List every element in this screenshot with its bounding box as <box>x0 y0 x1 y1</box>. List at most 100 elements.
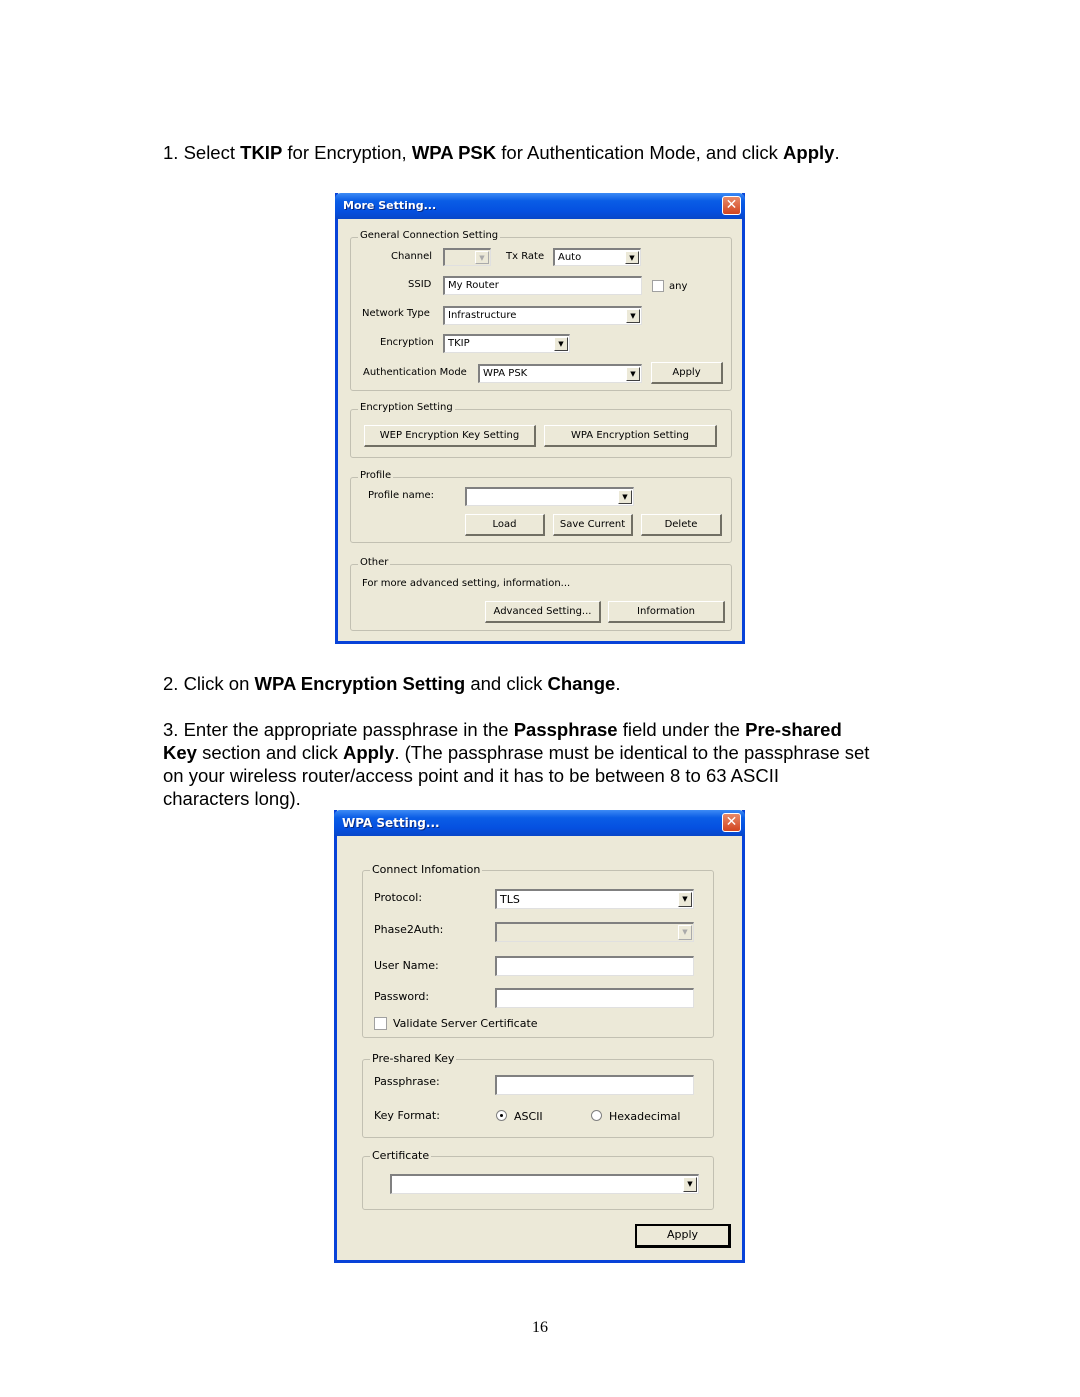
wpa-encryption-setting-button[interactable]: WPA Encryption Setting <box>544 425 717 447</box>
phase2auth-label: Phase2Auth: <box>374 923 444 936</box>
auth-mode-label: Authentication Mode <box>363 367 467 378</box>
step-3-text: 3. Enter the appropriate passphrase in t… <box>163 718 933 810</box>
chevron-down-icon[interactable]: ▼ <box>678 925 692 940</box>
passphrase-input[interactable] <box>495 1075 694 1095</box>
page-number: 16 <box>532 1319 548 1336</box>
ascii-label: ASCII <box>514 1110 543 1123</box>
dialog-title: WPA Setting... <box>342 816 440 830</box>
other-group: Other For more advanced setting, informa… <box>350 557 732 631</box>
channel-label: Channel <box>391 251 433 262</box>
bold-text: Apply <box>342 742 395 763</box>
group-legend: General Connection Setting <box>358 230 501 241</box>
key-format-label: Key Format: <box>374 1109 440 1122</box>
auth-mode-select[interactable]: WPA PSK ▼ <box>478 364 642 383</box>
any-label: any <box>669 281 688 292</box>
protocol-select[interactable]: TLS ▼ <box>495 889 694 909</box>
other-description: For more advanced setting, information..… <box>362 578 571 589</box>
chevron-down-icon[interactable]: ▼ <box>626 309 640 323</box>
tx-rate-select[interactable]: Auto ▼ <box>553 248 641 266</box>
bold-text: Passphrase <box>513 719 618 740</box>
step-2-text: 2. Click on WPA Encryption Setting and c… <box>163 672 620 695</box>
connect-information-group: Connect Infomation Protocol: TLS ▼ Phase2… <box>362 863 714 1038</box>
profile-group: Profile Profile name: ▼ Load Save Curren… <box>350 470 732 543</box>
text: on your wireless router/access point and… <box>163 765 779 786</box>
network-type-label: Network Type <box>362 308 430 319</box>
protocol-value: TLS <box>500 893 520 906</box>
chevron-down-icon[interactable]: ▼ <box>678 892 692 907</box>
group-legend: Profile <box>358 470 394 481</box>
encryption-setting-group: Encryption Setting WEP Encryption Key Se… <box>350 402 732 458</box>
text: 3. Enter the appropriate passphrase in t… <box>163 719 514 740</box>
more-setting-dialog: More Setting... ✕ General Connection Set… <box>335 193 745 644</box>
chevron-down-icon[interactable]: ▼ <box>626 367 640 381</box>
text: section and click <box>196 742 343 763</box>
text: field under the <box>617 719 746 740</box>
text: and click <box>465 673 548 694</box>
tx-rate-value: Auto <box>558 252 582 263</box>
text: . <box>615 673 621 694</box>
close-icon[interactable]: ✕ <box>722 196 741 215</box>
dialog-title: More Setting... <box>343 199 437 212</box>
apply-button[interactable]: Apply <box>651 362 723 384</box>
text: . <box>834 142 840 163</box>
encryption-select[interactable]: TKIP ▼ <box>443 334 570 353</box>
group-legend: Other <box>358 557 391 568</box>
ascii-radio[interactable] <box>496 1110 507 1121</box>
chevron-down-icon[interactable]: ▼ <box>554 337 568 351</box>
validate-server-certificate-label: Validate Server Certificate <box>393 1017 538 1030</box>
profile-name-select[interactable]: ▼ <box>465 487 634 506</box>
chevron-down-icon[interactable]: ▼ <box>625 251 639 264</box>
bold-text: WPA PSK <box>411 142 497 163</box>
password-label: Password: <box>374 990 430 1003</box>
certificate-group: Certificate ▼ <box>362 1149 714 1210</box>
protocol-label: Protocol: <box>374 891 423 904</box>
bold-text: Apply <box>783 142 835 163</box>
chevron-down-icon[interactable]: ▼ <box>475 251 489 264</box>
information-button[interactable]: Information <box>608 601 725 623</box>
close-icon[interactable]: ✕ <box>722 813 741 832</box>
certificate-select[interactable]: ▼ <box>390 1174 699 1194</box>
hexadecimal-radio[interactable] <box>591 1110 602 1121</box>
load-button[interactable]: Load <box>465 514 545 536</box>
channel-select[interactable]: ▼ <box>443 248 491 266</box>
password-input[interactable] <box>495 988 694 1008</box>
ssid-value: My Router <box>448 280 499 291</box>
profile-name-label: Profile name: <box>368 490 435 501</box>
advanced-setting-button[interactable]: Advanced Setting... <box>485 601 601 623</box>
group-legend: Connect Infomation <box>370 863 483 876</box>
chevron-down-icon[interactable]: ▼ <box>618 490 632 504</box>
text: characters long). <box>163 788 301 809</box>
apply-button[interactable]: Apply <box>635 1224 731 1248</box>
encryption-value: TKIP <box>448 338 470 349</box>
text: for Encryption, <box>282 142 412 163</box>
text: . (The passphrase must be identical to t… <box>394 742 870 763</box>
hexadecimal-label: Hexadecimal <box>609 1110 681 1123</box>
text: 1. Select <box>163 142 241 163</box>
auth-mode-value: WPA PSK <box>483 368 528 379</box>
user-name-input[interactable] <box>495 956 694 976</box>
encryption-label: Encryption <box>380 337 434 348</box>
chevron-down-icon[interactable]: ▼ <box>683 1177 697 1192</box>
title-bar[interactable]: More Setting... ✕ <box>335 193 745 219</box>
tx-rate-label: Tx Rate <box>506 251 545 262</box>
phase2auth-select[interactable]: ▼ <box>495 922 694 942</box>
user-name-label: User Name: <box>374 959 439 972</box>
ssid-input[interactable]: My Router <box>443 276 642 295</box>
any-checkbox[interactable] <box>652 280 664 292</box>
bold-text: Change <box>547 673 616 694</box>
save-current-button[interactable]: Save Current <box>553 514 633 536</box>
network-type-select[interactable]: Infrastructure ▼ <box>443 306 642 325</box>
bold-text: Pre-shared <box>745 719 842 740</box>
pre-shared-key-group: Pre-shared Key Passphrase: Key Format: A… <box>362 1052 714 1138</box>
group-legend: Encryption Setting <box>358 402 455 413</box>
network-type-value: Infrastructure <box>448 310 517 321</box>
ssid-label: SSID <box>408 279 432 290</box>
passphrase-label: Passphrase: <box>374 1075 440 1088</box>
delete-button[interactable]: Delete <box>641 514 722 536</box>
title-bar[interactable]: WPA Setting... ✕ <box>334 810 745 836</box>
validate-server-certificate-checkbox[interactable] <box>374 1017 387 1030</box>
wep-encryption-key-setting-button[interactable]: WEP Encryption Key Setting <box>364 425 536 447</box>
bold-text: Key <box>163 742 197 763</box>
text: for Authentication Mode, and click <box>496 142 784 163</box>
text: 2. Click on <box>163 673 255 694</box>
